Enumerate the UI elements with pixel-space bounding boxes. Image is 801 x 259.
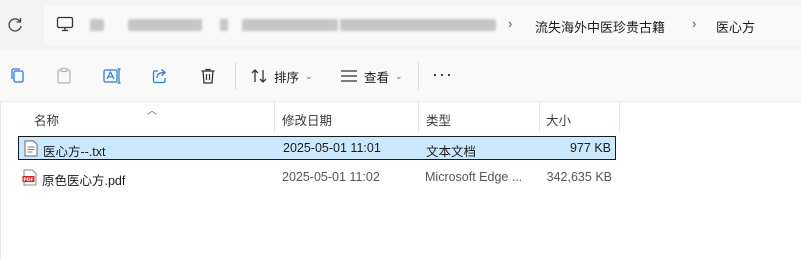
- txt-file-icon: [24, 140, 38, 157]
- paste-icon: [57, 67, 71, 84]
- copy-button[interactable]: [6, 64, 30, 88]
- file-date: 2025-05-01 11:02: [282, 170, 380, 184]
- column-divider[interactable]: [619, 102, 620, 132]
- column-divider[interactable]: [418, 102, 419, 132]
- rename-button[interactable]: [100, 64, 124, 88]
- delete-button[interactable]: [196, 64, 220, 88]
- toolbar-divider: [418, 62, 419, 90]
- share-icon: [152, 69, 166, 84]
- view-icon: [341, 70, 357, 82]
- share-button[interactable]: [148, 64, 172, 88]
- column-divider[interactable]: [274, 102, 275, 132]
- svg-text:PDF: PDF: [23, 177, 33, 183]
- file-size: 977 KB: [569, 141, 611, 155]
- address-bar[interactable]: › 流失海外中医珍贵古籍 › 医心方: [44, 5, 801, 45]
- blurred-breadcrumb: [220, 19, 228, 31]
- copy-icon: [11, 68, 24, 83]
- file-list: ︿ 名称 修改日期 类型 大小 医心方--.txt 2025-05-01 11:…: [0, 102, 801, 259]
- rename-icon: [103, 68, 121, 84]
- breadcrumb-folder[interactable]: 流失海外中医珍贵古籍: [535, 17, 665, 36]
- chevron-right-icon: ›: [692, 16, 697, 31]
- column-header-size[interactable]: 大小: [546, 110, 571, 129]
- view-menu-button[interactable]: 查看 ⌄: [340, 65, 403, 87]
- sort-menu-button[interactable]: 排序 ⌄: [250, 65, 313, 87]
- column-header-date[interactable]: 修改日期: [282, 110, 332, 129]
- chevron-right-icon: ›: [508, 16, 513, 31]
- command-bar: 排序 ⌄ 查看 ⌄ ···: [0, 50, 801, 102]
- refresh-icon[interactable]: [6, 16, 24, 34]
- toolbar-divider: [235, 62, 236, 90]
- file-size: 342,635 KB: [546, 170, 612, 184]
- file-name: 医心方--.txt: [43, 145, 106, 159]
- chevron-down-icon: ⌄: [395, 70, 403, 81]
- view-label: 查看: [364, 70, 390, 85]
- column-header-type[interactable]: 类型: [426, 110, 451, 129]
- column-divider[interactable]: [539, 102, 540, 132]
- chevron-down-icon: ⌄: [305, 70, 313, 81]
- computer-icon: [56, 16, 74, 32]
- paste-button[interactable]: [52, 64, 76, 88]
- address-row: › 流失海外中医珍贵古籍 › 医心方: [0, 0, 801, 50]
- file-type: Microsoft Edge ...: [425, 170, 523, 184]
- blurred-breadcrumb: [242, 19, 338, 31]
- breadcrumb-current[interactable]: 医心方: [716, 17, 755, 36]
- file-type: 文本文档: [426, 145, 477, 159]
- table-row[interactable]: 医心方--.txt 2025-05-01 11:01 文本文档 977 KB: [18, 136, 616, 160]
- sort-icon: [251, 69, 267, 83]
- column-header-row: 名称 修改日期 类型 大小: [1, 102, 801, 133]
- sort-label: 排序: [274, 70, 300, 85]
- file-name: 原色医心方.pdf: [42, 174, 126, 188]
- pdf-file-icon: PDF: [22, 169, 37, 186]
- column-header-name[interactable]: 名称: [34, 110, 59, 129]
- file-date: 2025-05-01 11:01: [283, 141, 381, 155]
- delete-icon: [201, 68, 215, 84]
- table-row[interactable]: PDF 原色医心方.pdf 2025-05-01 11:02 Microsoft…: [18, 166, 616, 190]
- blurred-breadcrumb: [128, 19, 202, 31]
- blurred-breadcrumb: [340, 19, 496, 31]
- more-options-button[interactable]: ···: [432, 65, 453, 83]
- blurred-breadcrumb: [90, 19, 104, 31]
